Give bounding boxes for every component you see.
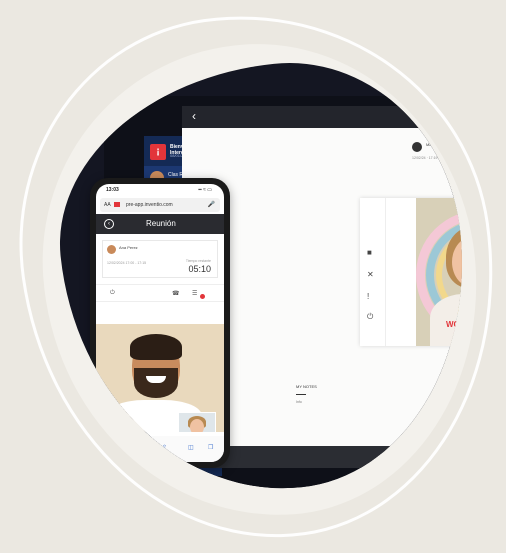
meeting-info-card: Ana Perez 12/02/2024 17:00 - 17:15 Tiemp… (102, 240, 218, 278)
signal-icon: ▪▪ ≈ ▭ (198, 187, 212, 193)
phone-device: 13:03 ▪▪ ≈ ▭ AA pre-app.inventio.com 🎤 ‹… (90, 178, 230, 468)
promo-illustration: ¡ Bienvenido a Interclub... 08/01/2024 -… (0, 0, 506, 553)
meeting-time: 12/02/2024 17:00 - 17:15 (107, 261, 147, 265)
participant-beard (134, 368, 178, 398)
share-icon[interactable]: ⇪ (162, 444, 167, 451)
chevron-left-icon[interactable]: ‹ (192, 109, 196, 123)
participant-name: Ana Perez (119, 245, 138, 250)
device-scene: ¡ Bienvenido a Interclub... 08/01/2024 -… (64, 66, 486, 496)
power-icon[interactable]: ⏻ (110, 290, 115, 297)
notes-underline (296, 394, 306, 395)
info-icon[interactable]: ! (367, 292, 369, 301)
device-blob-frame: ¡ Bienvenido a Interclub... 08/01/2024 -… (42, 46, 486, 510)
url-text[interactable]: pre-app.inventio.com (126, 202, 173, 208)
shirt-text: WOMA (446, 320, 473, 330)
self-face (190, 419, 204, 432)
power-icon[interactable]: ⏻ (367, 312, 373, 322)
mic-off-icon[interactable]: ✕ (367, 270, 374, 279)
self-view-video[interactable] (178, 412, 216, 432)
browser-toolbar: ‹ › ⇪ ◫ ❐ (96, 436, 224, 462)
app-logo[interactable]: ¡ (150, 144, 166, 160)
status-time: 13:03 (106, 187, 119, 193)
back-nav-icon[interactable]: ‹ (110, 444, 112, 450)
text-size-button[interactable]: AA (104, 202, 111, 208)
chat-icon[interactable]: ☰ (192, 290, 197, 297)
tabs-icon[interactable]: ❐ (208, 444, 213, 451)
mic-icon[interactable]: 🎤 (208, 201, 215, 208)
participant-hair (130, 334, 182, 360)
page-title: Reunión (146, 219, 176, 228)
meeting-title: Me (444, 112, 457, 122)
avatar (412, 142, 422, 152)
notification-badge (200, 294, 205, 299)
camera-icon[interactable]: ■ (367, 248, 372, 257)
notes-label[interactable]: MY NOTES (296, 384, 317, 389)
back-icon[interactable]: ‹ (104, 219, 114, 229)
bookmarks-icon[interactable]: ◫ (188, 444, 194, 451)
countdown-timer: 05:10 (188, 264, 211, 274)
url-bar[interactable]: AA pre-app.inventio.com 🎤 (100, 198, 220, 212)
forward-nav-icon[interactable]: › (136, 444, 138, 450)
phone-screen: 13:03 ▪▪ ≈ ▭ AA pre-app.inventio.com 🎤 ‹… (96, 184, 224, 462)
lock-icon (114, 202, 120, 207)
status-bar: 13:03 ▪▪ ≈ ▭ (96, 184, 224, 196)
meeting-topbar: ‹ Me (182, 106, 482, 128)
notes-sub: Info (296, 400, 302, 404)
phone-icon[interactable]: ☎ (172, 290, 179, 297)
call-toolbar: ⏻ ☎ ☰ (96, 284, 224, 302)
remote-video (96, 324, 224, 432)
call-controls: ■ ✕ ! ⏻ (360, 198, 386, 346)
countdown-label: Tiempo restante (185, 259, 211, 263)
meeting-header: ‹ Reunión (96, 214, 224, 234)
avatar (107, 245, 116, 254)
